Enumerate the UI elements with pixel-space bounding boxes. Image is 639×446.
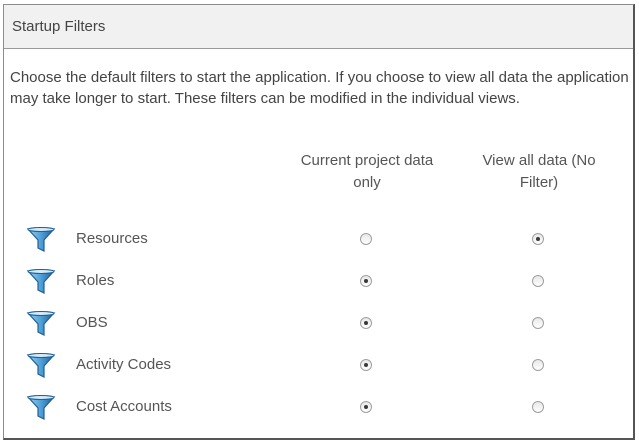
current-project-radio[interactable] xyxy=(360,401,372,413)
column-header-current-project: Current project data only xyxy=(300,152,434,191)
filter-row: Cost Accounts xyxy=(4,388,632,430)
view-all-radio[interactable] xyxy=(532,317,544,329)
funnel-icon xyxy=(26,310,56,338)
funnel-icon xyxy=(26,226,56,254)
filter-row: Roles xyxy=(4,262,632,304)
filter-row: Activity Codes xyxy=(4,346,632,388)
filter-row: Resources xyxy=(4,220,632,262)
current-project-radio[interactable] xyxy=(360,317,372,329)
filter-row-label: Roles xyxy=(76,272,115,289)
view-all-radio[interactable] xyxy=(532,233,544,245)
funnel-icon xyxy=(26,394,56,422)
filter-row-label: Cost Accounts xyxy=(76,398,172,415)
column-header-view-all-data: View all data (No Filter) xyxy=(482,152,596,191)
view-all-radio[interactable] xyxy=(532,359,544,371)
current-project-radio[interactable] xyxy=(360,359,372,371)
filter-row: OBS xyxy=(4,304,632,346)
view-all-radio[interactable] xyxy=(532,275,544,287)
filter-row-label: OBS xyxy=(76,314,108,331)
view-all-radio[interactable] xyxy=(532,401,544,413)
funnel-icon xyxy=(26,352,56,380)
current-project-radio[interactable] xyxy=(360,275,372,287)
startup-filters-panel: Startup Filters Choose the default filte… xyxy=(3,4,635,440)
funnel-icon xyxy=(26,268,56,296)
filter-row-label: Resources xyxy=(76,230,148,247)
current-project-radio[interactable] xyxy=(360,233,372,245)
panel-description: Choose the default filters to start the … xyxy=(10,69,629,107)
panel-title: Startup Filters xyxy=(4,5,633,49)
filter-row-label: Activity Codes xyxy=(76,356,172,373)
